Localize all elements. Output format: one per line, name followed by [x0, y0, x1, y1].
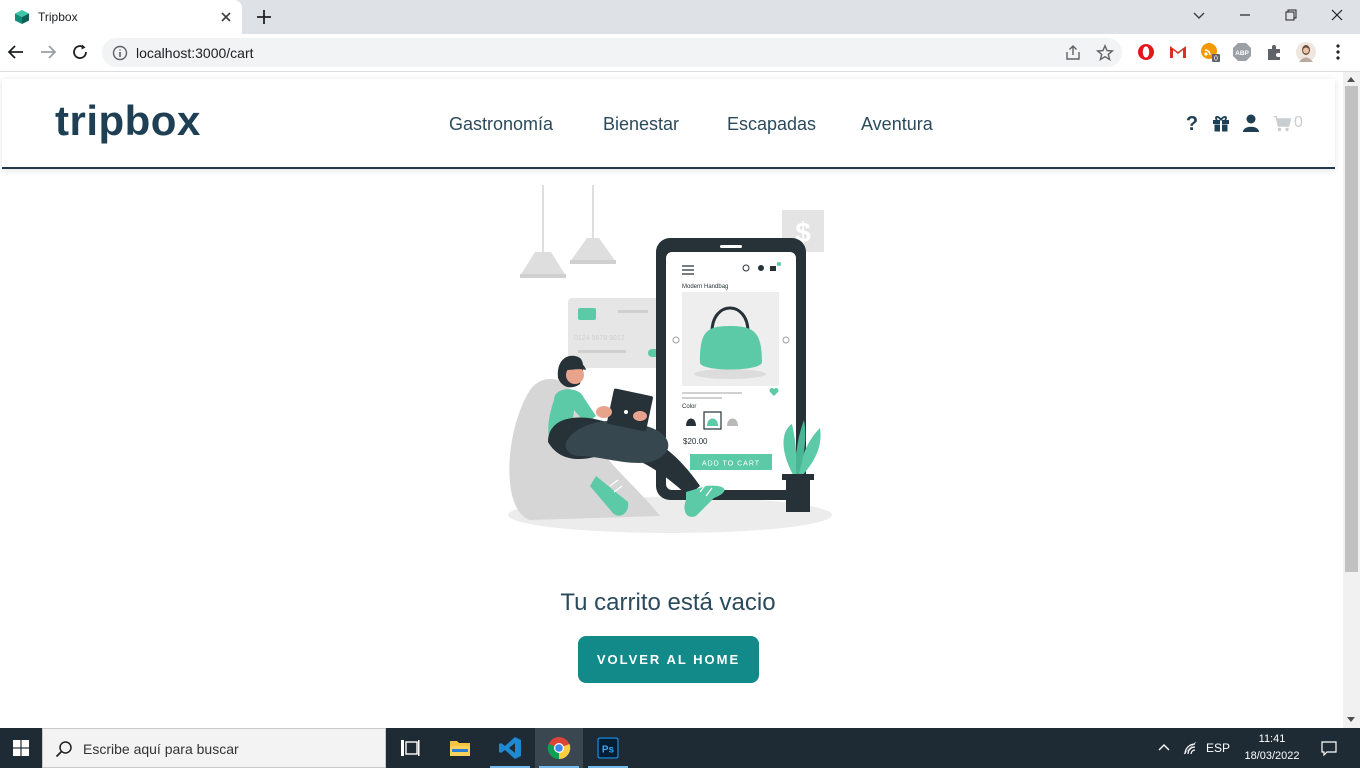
network-status-button[interactable]	[1178, 728, 1202, 768]
address-bar[interactable]: localhost:3000/cart	[102, 38, 1122, 67]
site-logo[interactable]: tripbox	[55, 97, 201, 145]
restore-icon	[1285, 9, 1297, 21]
vscode-icon	[499, 737, 521, 759]
chevron-down-icon	[1193, 12, 1205, 19]
nav-gastronomia[interactable]: Gastronomía	[449, 114, 553, 135]
cart-count: 0	[1294, 114, 1303, 131]
cube-favicon-icon	[15, 10, 29, 24]
more-menu-icon[interactable]	[1328, 42, 1348, 62]
task-view-button[interactable]	[386, 728, 434, 768]
back-to-home-button[interactable]: VOLVER AL HOME	[578, 636, 759, 683]
product-price: $20.00	[683, 437, 708, 446]
puzzle-extensions-icon[interactable]	[1264, 42, 1284, 62]
arrow-left-icon	[7, 45, 23, 59]
taskbar-vscode[interactable]	[486, 728, 534, 768]
site-header: tripbox Gastronomía Bienestar Escapadas …	[2, 79, 1335, 169]
chrome-icon	[547, 737, 571, 760]
arrow-right-icon	[41, 45, 57, 59]
svg-text:?: ?	[1186, 113, 1198, 133]
forward-button[interactable]	[38, 42, 58, 62]
nav-escapadas[interactable]: Escapadas	[727, 114, 816, 135]
url-text: localhost:3000/cart	[136, 45, 254, 61]
browser-tabstrip: Tripbox	[0, 0, 1360, 34]
gift-icon[interactable]	[1211, 113, 1231, 133]
empty-cart-illustration: $ 0124 5678 9012 Modern Handbag Color $2…	[508, 185, 832, 533]
clock-date: 18/03/2022	[1244, 750, 1300, 762]
nav-aventura[interactable]: Aventura	[861, 114, 933, 135]
wifi-icon	[1183, 741, 1197, 755]
nav-bienestar[interactable]: Bienestar	[603, 114, 679, 135]
color-label: Color	[682, 404, 696, 410]
chevron-up-icon	[1158, 744, 1170, 751]
taskbar-clock[interactable]: 11:41 18/03/2022	[1236, 731, 1308, 765]
profile-avatar[interactable]	[1296, 42, 1316, 62]
close-icon	[1331, 9, 1343, 21]
reload-icon	[73, 44, 87, 59]
clock-time: 11:41	[1258, 733, 1286, 745]
user-icon[interactable]	[1241, 113, 1261, 133]
page-scrollbar[interactable]	[1343, 72, 1360, 728]
cart-icon[interactable]	[1272, 113, 1292, 133]
language-indicator[interactable]: ESP	[1204, 728, 1232, 768]
back-button[interactable]	[6, 42, 26, 62]
tab-title: Tripbox	[38, 10, 78, 24]
restore-button[interactable]	[1268, 0, 1314, 30]
share-icon[interactable]	[1064, 44, 1082, 62]
new-tab-icon[interactable]	[255, 8, 273, 26]
add-to-cart-label: ADD TO CART	[702, 461, 760, 468]
taskbar-file-explorer[interactable]	[436, 728, 484, 768]
notifications-button[interactable]	[1314, 728, 1344, 768]
close-tab-icon[interactable]	[218, 9, 234, 25]
reload-button[interactable]	[70, 42, 90, 62]
svg-text:Ps: Ps	[602, 745, 615, 756]
taskbar-search-placeholder: Escribe aquí para buscar	[83, 741, 239, 757]
task-view-icon	[401, 740, 420, 756]
scrollbar-thumb[interactable]	[1345, 86, 1358, 572]
browser-toolbar: localhost:3000/cart 0 ABP	[0, 34, 1360, 72]
windows-taskbar: Escribe aquí para buscar Ps ESP 11:41 18…	[0, 728, 1360, 768]
card-number: 0124 5678 9012	[574, 335, 625, 342]
windows-logo-icon	[13, 740, 29, 756]
rss-extension-icon[interactable]: 0	[1200, 42, 1220, 62]
opera-extension-icon[interactable]	[1136, 42, 1156, 62]
product-title: Modern Handbag	[682, 284, 728, 290]
tab-search-button[interactable]	[1176, 0, 1222, 30]
close-window-button[interactable]	[1314, 0, 1360, 30]
folder-icon	[450, 741, 470, 756]
start-button[interactable]	[0, 728, 42, 768]
minimize-button[interactable]	[1222, 0, 1268, 30]
taskbar-photoshop[interactable]: Ps	[584, 728, 632, 768]
gmail-extension-icon[interactable]	[1168, 42, 1188, 62]
search-icon	[55, 741, 72, 758]
empty-cart-message: Tu carrito está vacio	[560, 589, 776, 616]
taskbar-search-box[interactable]: Escribe aquí para buscar	[42, 728, 386, 768]
info-icon[interactable]	[112, 45, 128, 61]
adblock-plus-icon[interactable]: ABP	[1232, 42, 1252, 62]
taskbar-chrome[interactable]	[535, 728, 583, 768]
notification-icon	[1321, 741, 1337, 756]
scroll-down-arrow-icon[interactable]	[1347, 717, 1355, 722]
svg-text:0: 0	[1214, 56, 1218, 62]
show-hidden-icons-button[interactable]	[1152, 728, 1176, 768]
scroll-up-arrow-icon[interactable]	[1347, 77, 1355, 82]
question-icon[interactable]: ?	[1182, 113, 1202, 133]
svg-text:ABP: ABP	[1235, 50, 1249, 57]
browser-tab[interactable]: Tripbox	[0, 0, 242, 34]
photoshop-icon: Ps	[597, 737, 619, 759]
minimize-icon	[1240, 14, 1250, 16]
bookmark-star-icon[interactable]	[1096, 44, 1114, 62]
